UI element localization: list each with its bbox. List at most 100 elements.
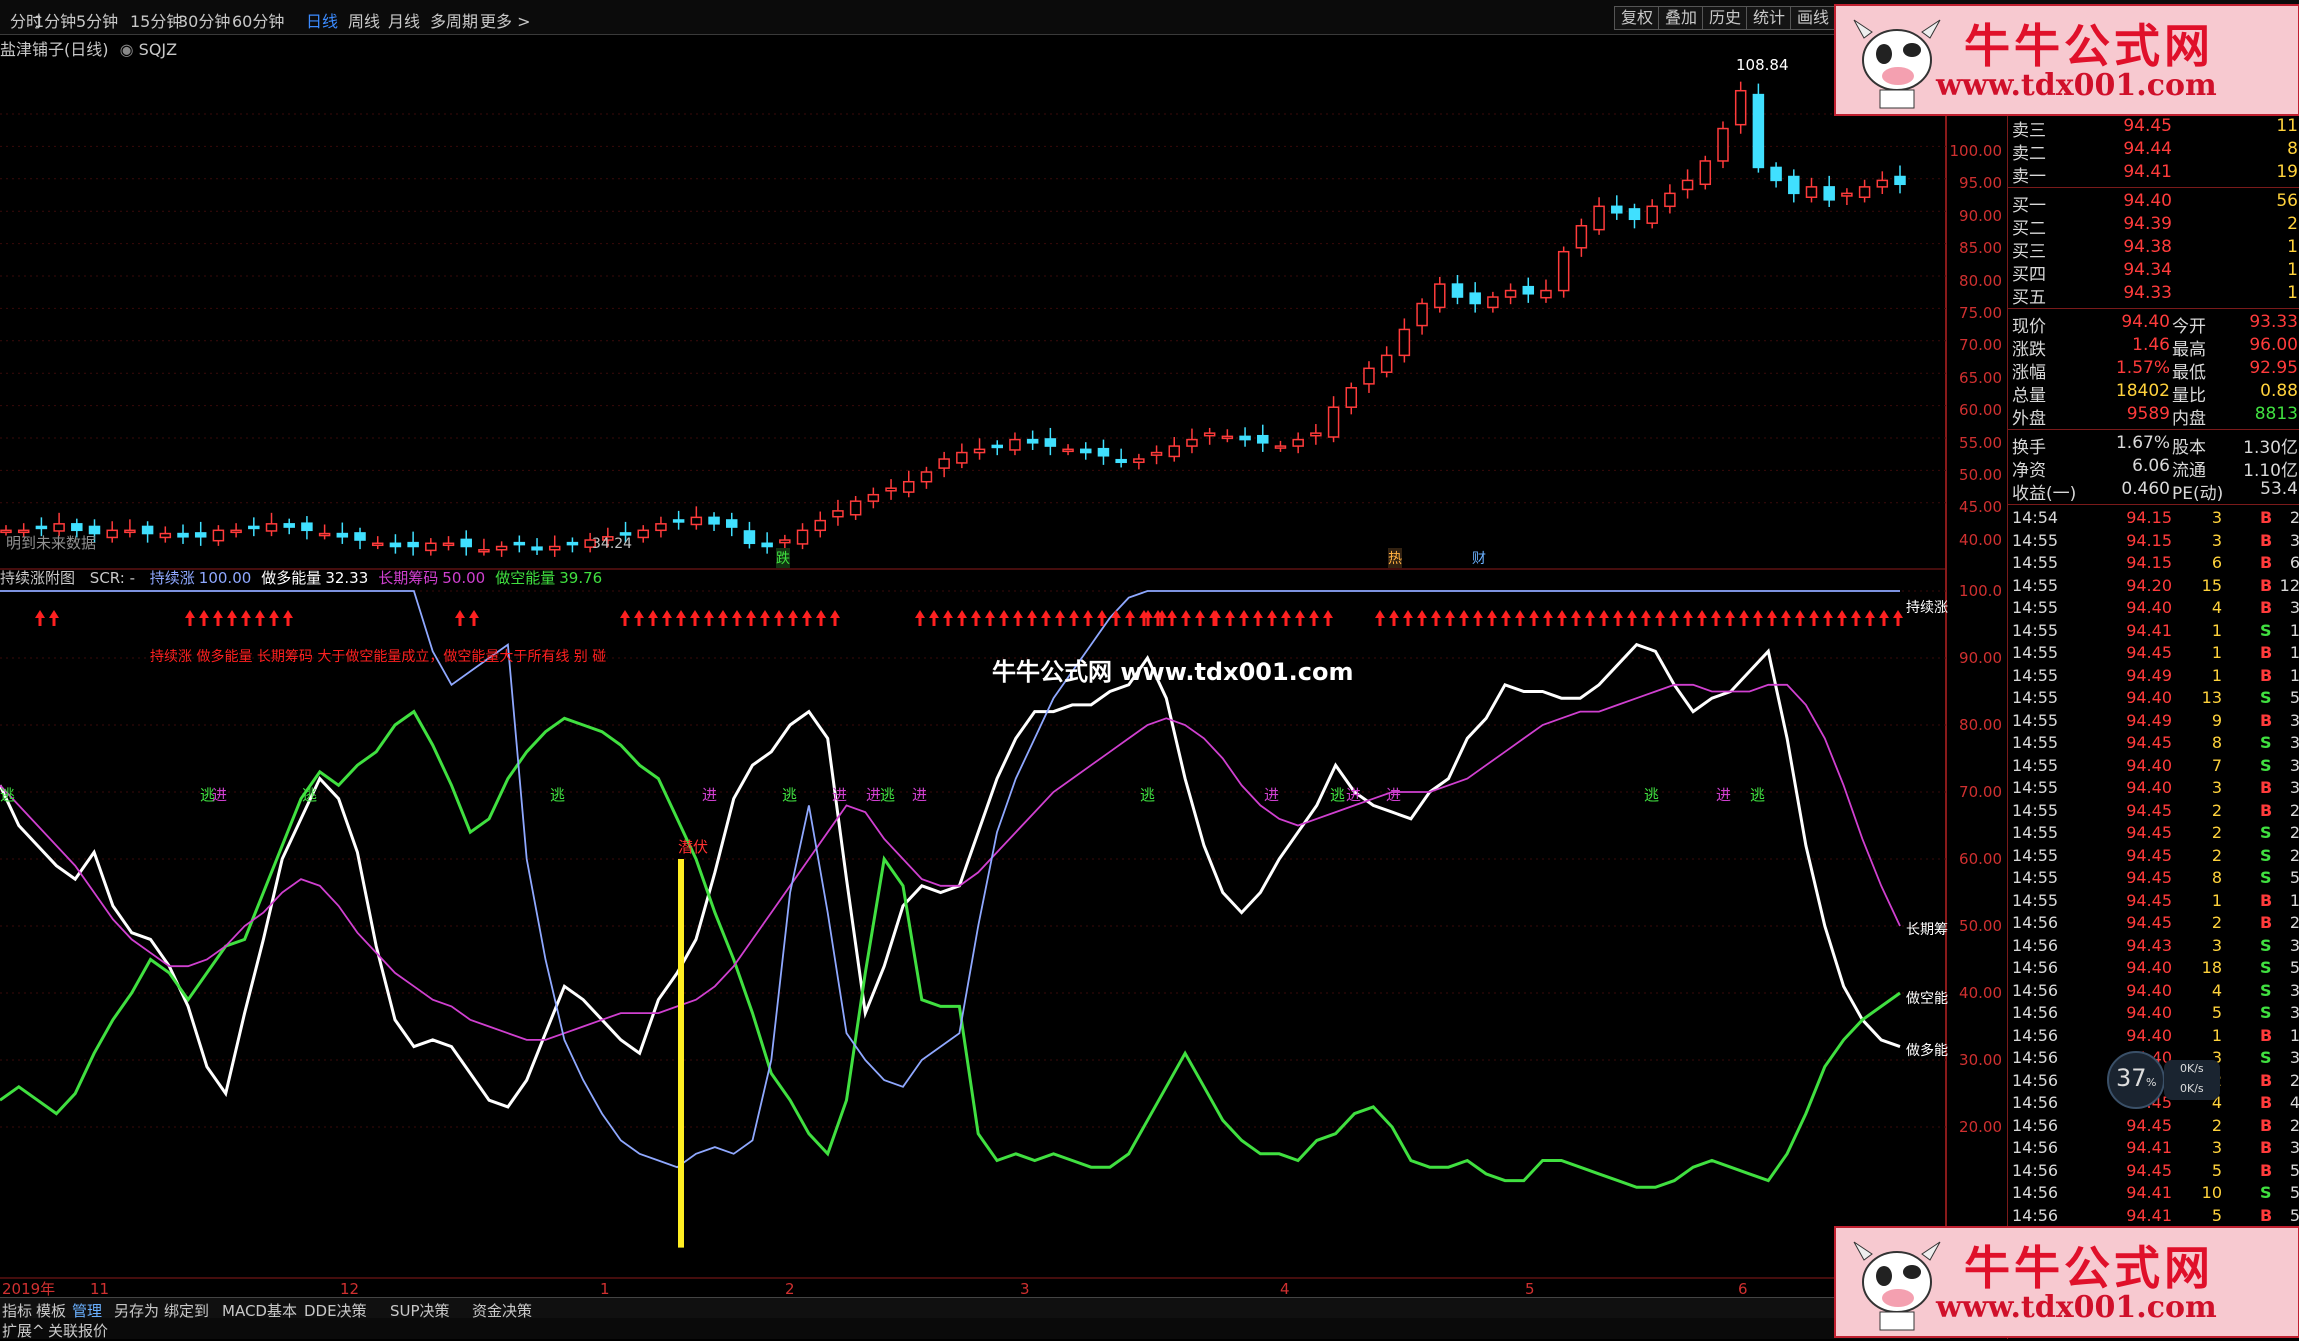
date-tick: 5 [1525, 1280, 1535, 1297]
up-arrow-icon [1851, 610, 1861, 626]
candle-body [1522, 285, 1535, 295]
tick-volume: 1 [2211, 1025, 2222, 1045]
tick-volume: 9 [2211, 710, 2222, 730]
tick-volume: 6 [2211, 553, 2222, 572]
gauge-down: 0K/s [2180, 1082, 2204, 1095]
quote-field-row: 涨幅 1.57% 最低 92.95 [2012, 358, 2299, 383]
tick-price: 94.45 [2126, 643, 2172, 662]
tick-time: 14:55 [2012, 530, 2059, 550]
candle-body [1664, 192, 1676, 208]
field-value: 92.95 [2249, 358, 2298, 378]
indicator-axis: 100.0 90.00 80.00 70.00 60.00 50.00 40.00 30.00… [1940, 570, 2002, 1270]
candle-body [956, 451, 968, 464]
tick-time: 14:56 [2012, 1205, 2059, 1225]
tick-side: B [2260, 508, 2273, 527]
candle-body [1699, 160, 1712, 186]
period-tab[interactable]: 多周期 [430, 8, 478, 32]
toolbar-button[interactable]: 叠加 [1658, 6, 1705, 30]
linked-quote-tab[interactable]: 关联报价 [48, 1320, 108, 1341]
period-tab[interactable]: 周线 [348, 8, 380, 32]
candle-body [1345, 387, 1358, 408]
candle-body [779, 539, 791, 544]
tick-volume: 1 [2211, 643, 2222, 662]
period-tab[interactable]: 60分钟 [232, 8, 284, 32]
tick-count: 1 [2289, 643, 2299, 662]
expand-tab[interactable]: 扩展^ [2, 1320, 45, 1341]
tick-time: 14:56 [2012, 980, 2059, 1000]
indicator-name[interactable]: 持续涨附图 [0, 569, 75, 587]
up-arrow-icon [1781, 610, 1791, 626]
tick-row: 14:56 94.40 5 S 3 [2012, 1003, 2299, 1025]
candle-body [531, 546, 543, 551]
marker-label: 财 [1472, 551, 1486, 567]
candle-body [761, 542, 773, 548]
tick-price: 94.40 [2126, 778, 2172, 797]
tick-count: 3 [2289, 1003, 2299, 1022]
period-tab[interactable]: 15分钟 [130, 8, 182, 32]
candle-body [354, 532, 366, 541]
up-arrow-icon [704, 610, 714, 626]
tick-time: 14:55 [2012, 575, 2059, 595]
tick-count: 5 [2289, 1160, 2299, 1180]
field-value: 6.06 [2132, 456, 2170, 476]
logo-url: www.tdx001.com [1936, 1290, 2217, 1325]
tick-time: 14:56 [2012, 1138, 2059, 1157]
candle-body [230, 529, 242, 534]
toolbar-button[interactable]: 历史 [1702, 6, 1749, 30]
price-tick: 95.00 [1959, 174, 2002, 193]
period-tab[interactable]: 1分钟 [34, 8, 76, 32]
bid-row: 买三 94.38 1 [2012, 237, 2299, 262]
tick-price: 94.40 [2126, 598, 2172, 617]
logo-title: 牛牛公式网 [1964, 1241, 2214, 1295]
candle-body [212, 529, 225, 542]
period-tab[interactable]: 更多 > [480, 8, 531, 32]
toolbar-button[interactable]: 复权 [1614, 6, 1661, 30]
candle-body [832, 510, 844, 518]
tick-side: S [2260, 845, 2272, 865]
field-label: 外盘 [2012, 409, 2046, 429]
tick-price: 94.41 [2126, 1205, 2172, 1225]
tick-row: 14:55 94.15 3 B 3 [2012, 531, 2299, 553]
series-label-long: 长期筹 [1906, 922, 1948, 938]
price-tick: 70.00 [1959, 336, 2002, 355]
up-arrow-icon [1697, 610, 1707, 626]
gauge-percent: 37 [2116, 1064, 2147, 1092]
tick-row: 14:55 94.45 8 S 3 [2012, 733, 2299, 755]
bid-price: 94.34 [2123, 260, 2172, 280]
tick-side: B [2260, 1025, 2273, 1045]
bid-label: 买一 [2012, 196, 2046, 216]
tick-volume: 1 [2211, 620, 2222, 640]
up-arrow-icon [929, 610, 939, 626]
period-tab[interactable]: 月线 [388, 8, 420, 32]
candle-body [672, 519, 685, 523]
tick-price: 94.49 [2126, 710, 2172, 730]
tick-time: 14:56 [2012, 1115, 2059, 1135]
tick-time: 14:56 [2012, 1048, 2059, 1067]
candle-body [265, 523, 278, 532]
toolbar-button[interactable]: 画线 [1790, 6, 1837, 30]
bid-label: 买三 [2012, 242, 2046, 262]
quote-field-row: 换手 1.67% 股本 1.30亿 [2012, 433, 2299, 458]
candle-body [1097, 447, 1110, 457]
indicator-tick: 20.00 [1959, 1118, 2002, 1136]
candle-body [938, 458, 950, 469]
toolbar-button[interactable]: 统计 [1746, 6, 1793, 30]
period-tab[interactable]: 30分钟 [178, 8, 230, 32]
up-arrow-icon [915, 610, 925, 626]
tick-time: 14:56 [2012, 1093, 2059, 1112]
up-arrow-icon [1181, 610, 1191, 626]
series-value: 100.00 [198, 569, 252, 587]
tick-row: 14:56 94.41 10 S 5 [2012, 1183, 2299, 1205]
period-tab[interactable]: 日线 [306, 8, 338, 32]
tick-row: 14:55 94.45 2 B 2 [2012, 801, 2299, 823]
candle-body [495, 545, 508, 551]
tick-price: 94.40 [2126, 688, 2172, 707]
candle-body [460, 538, 472, 548]
ask-row: 卖二 94.44 8 [2012, 139, 2299, 164]
buy-signal: 进 [1716, 786, 1732, 804]
up-arrow-icon [1823, 610, 1833, 626]
tick-side: S [2260, 733, 2272, 752]
up-arrow-icon [690, 610, 700, 626]
period-tab[interactable]: 5分钟 [76, 8, 118, 32]
tick-price: 94.45 [2126, 733, 2172, 752]
